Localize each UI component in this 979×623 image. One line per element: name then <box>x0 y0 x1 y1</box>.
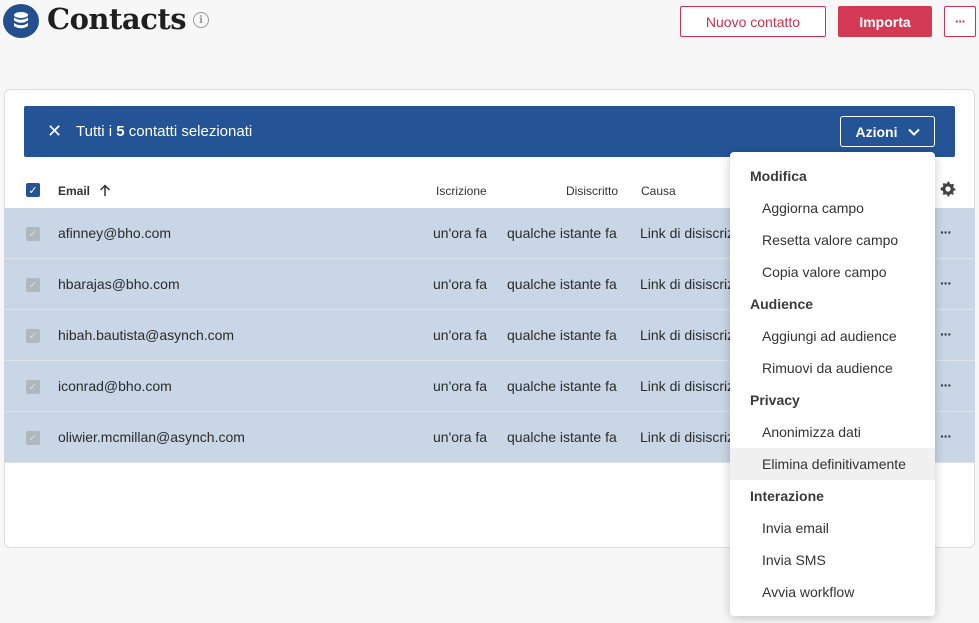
info-icon[interactable]: i <box>193 12 209 28</box>
more-options-button[interactable]: ··· <box>944 6 976 37</box>
row-disiscritto: qualche istante fa <box>507 225 617 241</box>
selection-prefix: Tutti i <box>76 123 117 140</box>
row-more-icon[interactable]: ··· <box>940 377 952 393</box>
column-iscrizione[interactable]: Iscrizione <box>436 184 487 198</box>
menu-item-avvia-workflow[interactable]: Avvia workflow <box>730 576 935 608</box>
row-causa: Link di disiscrizione <box>640 225 738 241</box>
row-checkbox[interactable]: ✓ <box>26 227 40 241</box>
column-causa[interactable]: Causa <box>641 184 676 198</box>
row-causa: Link di disiscrizione <box>640 276 738 292</box>
row-more-icon[interactable]: ··· <box>940 326 952 342</box>
select-all-checkbox[interactable]: ✓ <box>26 183 40 197</box>
row-disiscritto: qualche istante fa <box>507 276 617 292</box>
row-email: afinney@bho.com <box>58 225 172 241</box>
menu-item-elimina-definitivamente[interactable]: Elimina definitivamente <box>730 448 935 480</box>
arrow-up-icon <box>100 184 111 196</box>
chevron-down-icon <box>907 128 920 136</box>
selection-banner: ✕ Tutti i 5 contatti selezionati Azioni <box>24 106 955 157</box>
menu-group-interazione: Interazione <box>750 488 824 504</box>
menu-item-copia-valore-campo[interactable]: Copia valore campo <box>730 256 935 288</box>
row-checkbox[interactable]: ✓ <box>26 329 40 343</box>
menu-item-aggiungi-ad-audience[interactable]: Aggiungi ad audience <box>730 320 935 352</box>
menu-group-audience: Audience <box>750 296 814 312</box>
row-checkbox[interactable]: ✓ <box>26 278 40 292</box>
import-button[interactable]: Importa <box>838 6 932 37</box>
menu-group-modifica: Modifica <box>750 168 807 184</box>
row-disiscritto: qualche istante fa <box>507 327 617 343</box>
menu-item-invia-email[interactable]: Invia email <box>730 512 935 544</box>
menu-item-anonimizza-dati[interactable]: Anonimizza dati <box>730 416 935 448</box>
row-iscrizione: un'ora fa <box>433 327 488 343</box>
selection-suffix: contatti selezionati <box>124 123 253 140</box>
column-email[interactable]: Email <box>58 184 111 198</box>
row-causa: Link di disiscrizione <box>640 429 738 445</box>
row-more-icon[interactable]: ··· <box>940 428 952 444</box>
selection-text: Tutti i 5 contatti selezionati <box>76 123 252 140</box>
row-email: iconrad@bho.com <box>58 378 172 394</box>
gear-icon[interactable] <box>940 181 956 202</box>
row-more-icon[interactable]: ··· <box>940 224 952 240</box>
row-checkbox[interactable]: ✓ <box>26 380 40 394</box>
menu-item-resetta-valore-campo[interactable]: Resetta valore campo <box>730 224 935 256</box>
row-disiscritto: qualche istante fa <box>507 429 617 445</box>
row-more-icon[interactable]: ··· <box>940 275 952 291</box>
row-email: hbarajas@bho.com <box>58 276 180 292</box>
page-header: Contacts i Nuovo contatto Importa ··· <box>0 0 979 48</box>
row-causa: Link di disiscrizione <box>640 378 738 394</box>
column-email-label: Email <box>58 184 91 198</box>
close-icon[interactable]: ✕ <box>47 121 62 142</box>
row-email: oliwier.mcmillan@asynch.com <box>58 429 245 445</box>
actions-button[interactable]: Azioni <box>840 116 935 147</box>
row-iscrizione: un'ora fa <box>433 378 488 394</box>
row-causa: Link di disiscrizione <box>640 327 738 343</box>
new-contact-button[interactable]: Nuovo contatto <box>680 6 826 37</box>
selection-count: 5 <box>116 123 125 140</box>
row-checkbox[interactable]: ✓ <box>26 431 40 445</box>
actions-label: Azioni <box>855 123 898 140</box>
page-title: Contacts <box>47 2 187 36</box>
menu-item-aggiorna-campo[interactable]: Aggiorna campo <box>730 192 935 224</box>
row-iscrizione: un'ora fa <box>433 225 488 241</box>
menu-group-privacy: Privacy <box>750 392 800 408</box>
row-disiscritto: qualche istante fa <box>507 378 617 394</box>
actions-dropdown-menu: Modifica Aggiorna campo Resetta valore c… <box>730 152 935 616</box>
column-disiscritto[interactable]: Disiscritto <box>566 184 618 198</box>
database-icon <box>3 4 39 38</box>
menu-item-rimuovi-da-audience[interactable]: Rimuovi da audience <box>730 352 935 384</box>
row-iscrizione: un'ora fa <box>433 276 488 292</box>
menu-item-invia-sms[interactable]: Invia SMS <box>730 544 935 576</box>
row-iscrizione: un'ora fa <box>433 429 488 445</box>
row-email: hibah.bautista@asynch.com <box>58 327 235 343</box>
